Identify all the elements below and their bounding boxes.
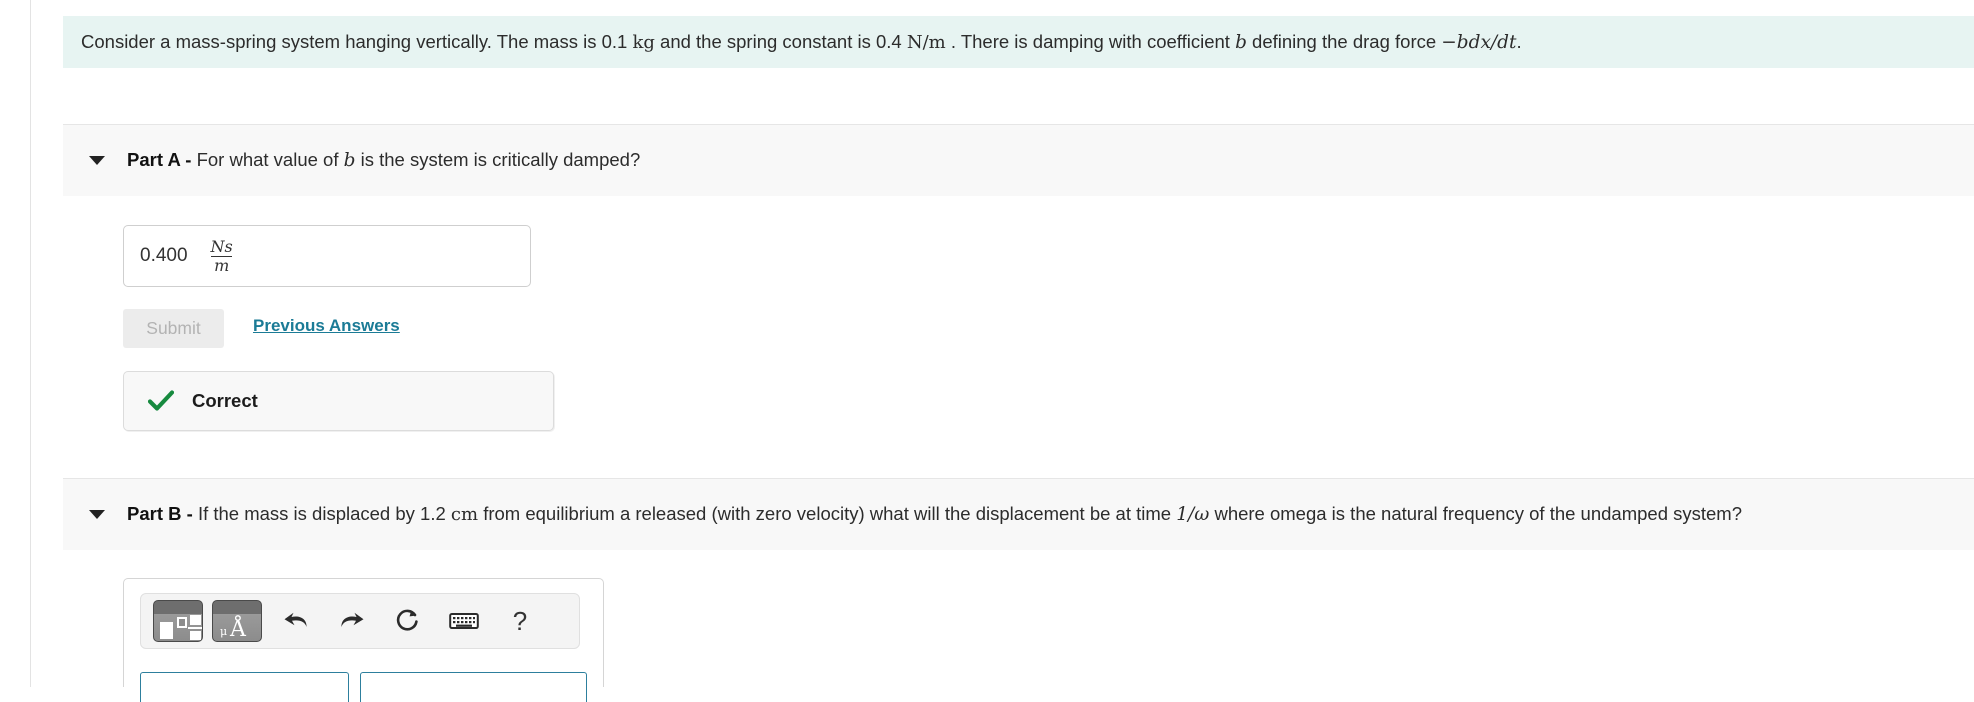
symbols-mu-glyph: μ — [220, 625, 228, 638]
unit-numerator: Ns — [210, 237, 233, 257]
math-answer-field-right[interactable] — [360, 672, 587, 702]
problem-statement: Consider a mass-spring system hanging ve… — [63, 16, 1974, 68]
math-editor-toolbar: μ Å ? — [140, 593, 580, 649]
part-a-symbol-b: b — [343, 150, 356, 171]
part-b-question-text-3: where omega is the natural frequency of … — [1214, 503, 1743, 524]
status-badge: Correct — [192, 390, 258, 411]
part-a-question: Part A - For what value of b is the syst… — [127, 147, 640, 174]
greek-symbols-icon[interactable]: μ Å — [212, 600, 262, 642]
statement-text-4: defining the drag force — [1252, 30, 1437, 52]
statement-text-5: . — [1516, 30, 1522, 52]
statement-drag-force-expression: −bdx/dt — [1441, 31, 1517, 53]
part-b-time-expression: 1/ω — [1176, 504, 1210, 525]
part-b-answer-editor: μ Å ? — [123, 578, 604, 687]
undo-arrow-icon[interactable] — [274, 600, 318, 642]
part-b-question-text-1: If the mass is displaced by 1.2 — [197, 503, 446, 524]
statement-text-2: and the spring constant is 0.4 — [660, 30, 902, 52]
statement-text-1: Consider a mass-spring system hanging ve… — [81, 30, 628, 52]
reset-circular-arrow-icon[interactable] — [386, 600, 430, 642]
template-shape-outline — [177, 617, 187, 628]
part-a-question-text-2: is the system is critically damped? — [360, 149, 641, 170]
statement-text-3: . There is damping with coefficient — [950, 30, 1230, 52]
part-a-feedback-banner: Correct — [123, 371, 554, 431]
part-a-answer-input[interactable]: 0.400 Ns m — [123, 225, 531, 287]
part-a-label: Part A - — [127, 149, 192, 170]
part-a-header[interactable]: Part A - For what value of b is the syst… — [63, 124, 1974, 196]
submit-button[interactable]: Submit — [123, 309, 224, 348]
check-icon — [148, 390, 174, 412]
problem-statement-text: Consider a mass-spring system hanging ve… — [81, 29, 1522, 56]
part-b-label: Part B - — [127, 503, 193, 524]
template-shape-large — [160, 622, 173, 639]
statement-unit-newton-per-meter: N/m — [906, 31, 946, 53]
part-b-question-text-2: from equilibrium a released (with zero v… — [483, 503, 1172, 524]
math-answer-fields — [140, 672, 587, 702]
part-a-answer-unit: Ns m — [208, 238, 236, 274]
question-mark-icon[interactable]: ? — [498, 600, 542, 642]
math-templates-icon[interactable] — [153, 600, 203, 642]
statement-unit-kg: kg — [632, 31, 655, 53]
help-label: ? — [512, 605, 528, 636]
template-shape-bar — [188, 627, 202, 629]
part-b-question: Part B - If the mass is displaced by 1.2… — [127, 501, 1742, 528]
template-shape-numerator — [190, 615, 201, 625]
previous-answers-link[interactable]: Previous Answers — [253, 316, 400, 336]
math-answer-field-left[interactable] — [140, 672, 349, 702]
caret-down-icon[interactable] — [89, 510, 105, 519]
template-shape-denominator — [190, 631, 201, 640]
part-a-question-text-1: For what value of — [196, 149, 339, 170]
left-gutter-rule — [30, 0, 31, 687]
assignment-page: Consider a mass-spring system hanging ve… — [0, 0, 1974, 702]
part-b-unit-cm: cm — [450, 504, 479, 525]
caret-down-icon[interactable] — [89, 156, 105, 165]
part-a-answer-value: 0.400 — [140, 245, 188, 266]
keyboard-icon[interactable] — [442, 600, 486, 642]
unit-denominator: m — [211, 255, 233, 274]
part-b-header[interactable]: Part B - If the mass is displaced by 1.2… — [63, 478, 1974, 550]
symbols-angstrom-glyph: Å — [230, 617, 246, 642]
statement-symbol-b: b — [1235, 31, 1247, 53]
redo-arrow-icon[interactable] — [330, 600, 374, 642]
